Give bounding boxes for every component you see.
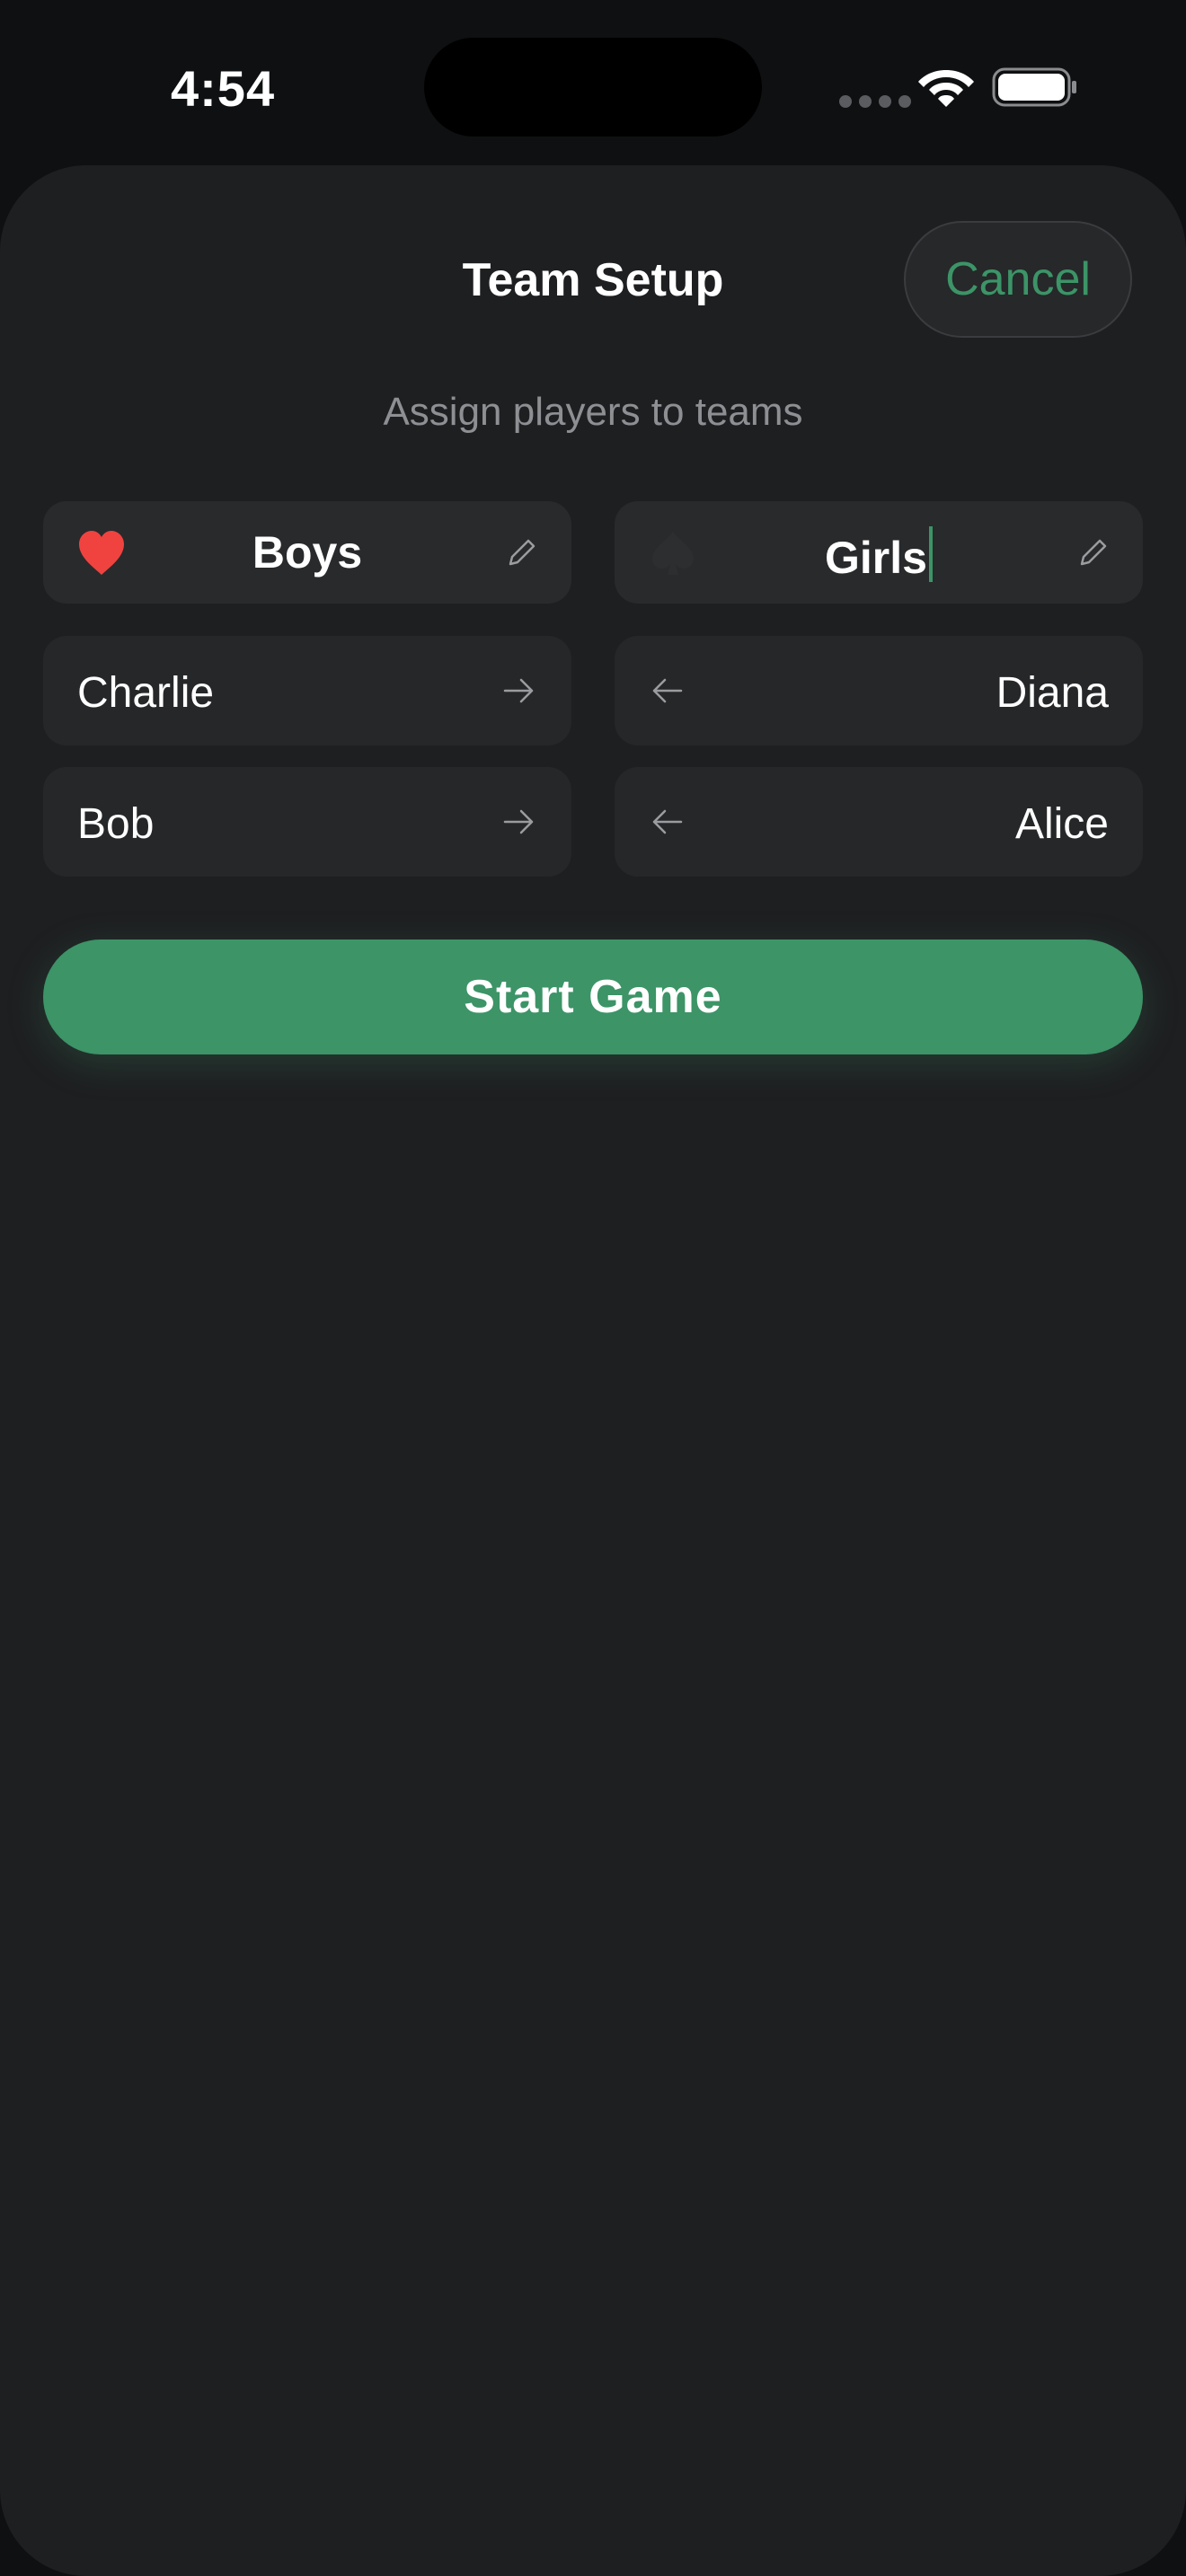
screen: 4:54 Team Setup Cancel Assign players to… [0, 0, 1186, 2576]
player-name: Charlie [77, 669, 215, 717]
player-name: Alice [1014, 800, 1109, 848]
team-header-girls[interactable]: Girls [615, 501, 1143, 604]
player-row-diana[interactable]: Diana [615, 636, 1143, 745]
team-setup-sheet: Team Setup Cancel Assign players to team… [0, 165, 1186, 2576]
cancel-button[interactable]: Cancel [904, 221, 1132, 338]
pencil-icon[interactable] [507, 537, 537, 568]
start-game-button[interactable]: Start Game [43, 940, 1143, 1054]
wifi-icon [918, 70, 974, 107]
pencil-icon[interactable] [1078, 537, 1109, 568]
cellular-signal-icon [839, 95, 911, 108]
arrow-left-icon[interactable] [649, 805, 685, 839]
battery-icon [992, 67, 1076, 107]
arrow-left-icon[interactable] [649, 674, 685, 708]
arrow-right-icon[interactable] [501, 805, 537, 839]
player-row-bob[interactable]: Bob [43, 767, 571, 877]
player-row-alice[interactable]: Alice [615, 767, 1143, 877]
team-name-boys[interactable]: Boys [43, 526, 571, 578]
team-name-field-girls[interactable]: Girls [615, 526, 1143, 584]
team-name-girls[interactable]: Girls [825, 533, 927, 583]
player-name: Diana [996, 669, 1109, 717]
player-row-charlie[interactable]: Charlie [43, 636, 571, 745]
dynamic-island [424, 38, 762, 137]
status-time: 4:54 [171, 60, 276, 117]
player-name: Bob [77, 800, 155, 848]
subtitle: Assign players to teams [383, 390, 803, 434]
team-header-boys[interactable]: Boys [43, 501, 571, 604]
text-cursor [928, 526, 933, 582]
arrow-right-icon[interactable] [501, 674, 537, 708]
